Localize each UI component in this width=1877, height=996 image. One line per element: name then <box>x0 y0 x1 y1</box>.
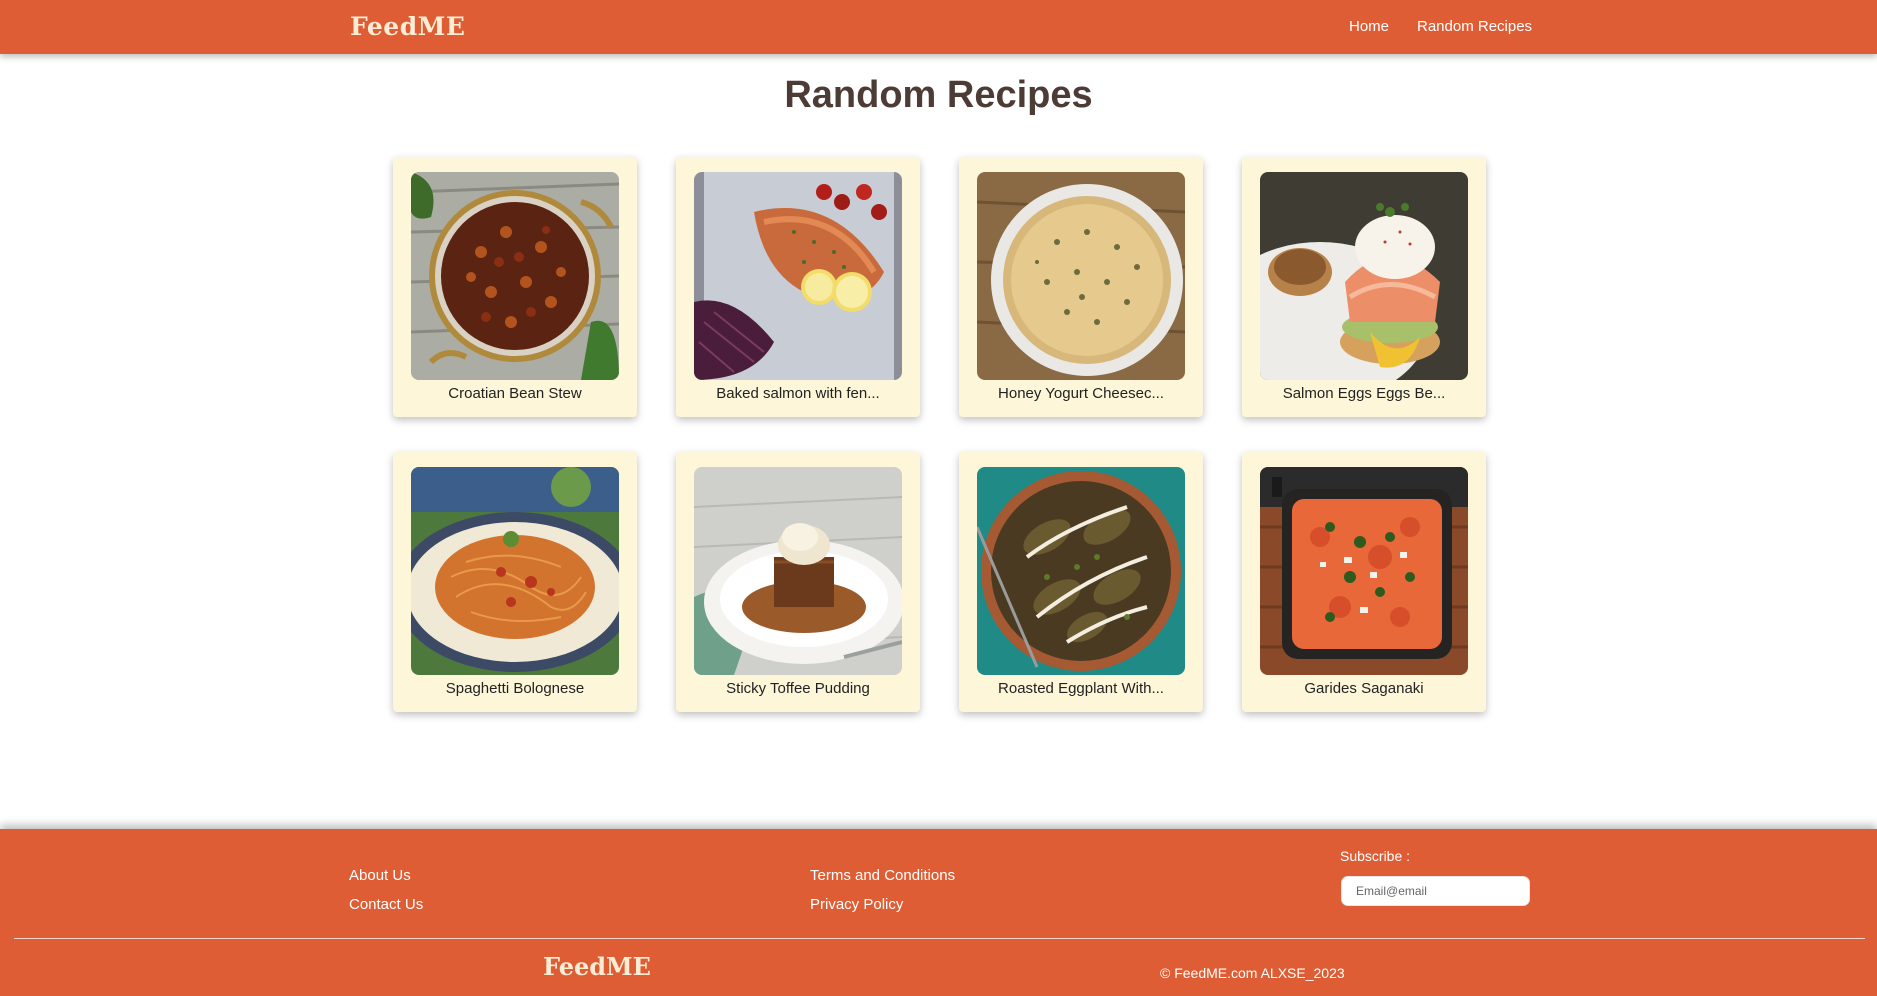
recipe-title[interactable]: Honey Yogurt Cheesec... <box>977 385 1185 402</box>
recipe-card[interactable]: Salmon Eggs Eggs Be... <box>1242 157 1486 417</box>
recipe-title[interactable]: Spaghetti Bolognese <box>411 680 619 697</box>
baked-salmon-photo <box>694 172 902 380</box>
footer-divider <box>14 938 1865 939</box>
recipe-image[interactable] <box>411 467 619 675</box>
eggs-benedict-photo <box>1260 172 1468 380</box>
recipe-grid: Croatian Bean Stew Baked salmon with fen… <box>393 157 1486 712</box>
recipe-title[interactable]: Roasted Eggplant With... <box>977 680 1185 697</box>
recipe-image[interactable] <box>1260 467 1468 675</box>
recipe-card[interactable]: Garides Saganaki <box>1242 452 1486 712</box>
recipe-card[interactable]: Baked salmon with fen... <box>676 157 920 417</box>
recipe-title[interactable]: Croatian Bean Stew <box>411 385 619 402</box>
recipe-card[interactable]: Sticky Toffee Pudding <box>676 452 920 712</box>
saganaki-photo <box>1260 467 1468 675</box>
toffee-pudding-photo <box>694 467 902 675</box>
privacy-policy-link[interactable]: Privacy Policy <box>810 896 903 913</box>
recipe-image[interactable] <box>694 172 902 380</box>
recipe-image[interactable] <box>411 172 619 380</box>
copyright-text: © FeedME.com ALXSE_2023 <box>1160 965 1345 981</box>
terms-link[interactable]: Terms and Conditions <box>810 867 955 884</box>
subscribe-label: Subscribe : <box>1340 848 1411 864</box>
recipe-title[interactable]: Sticky Toffee Pudding <box>694 680 902 697</box>
cheesecake-photo <box>977 172 1185 380</box>
recipe-image[interactable] <box>977 467 1185 675</box>
recipe-image[interactable] <box>977 172 1185 380</box>
recipe-card[interactable]: Spaghetti Bolognese <box>393 452 637 712</box>
nav-random-recipes-link[interactable]: Random Recipes <box>1417 18 1532 35</box>
nav-home-link[interactable]: Home <box>1349 18 1389 35</box>
about-us-link[interactable]: About Us <box>349 867 411 884</box>
subscribe-email-input[interactable] <box>1341 876 1530 906</box>
recipe-title[interactable]: Garides Saganaki <box>1260 680 1468 697</box>
top-navbar: FeedME Home Random Recipes <box>0 0 1877 54</box>
contact-us-link[interactable]: Contact Us <box>349 896 423 913</box>
recipe-title[interactable]: Salmon Eggs Eggs Be... <box>1260 385 1468 402</box>
recipe-image[interactable] <box>694 467 902 675</box>
footer-brand-logo[interactable]: FeedME <box>543 952 651 981</box>
brand-logo[interactable]: FeedME <box>350 12 465 41</box>
recipe-card[interactable]: Croatian Bean Stew <box>393 157 637 417</box>
recipe-title[interactable]: Baked salmon with fen... <box>694 385 902 402</box>
bean-stew-photo <box>411 172 619 380</box>
site-footer: About Us Contact Us Terms and Conditions… <box>0 829 1877 996</box>
roasted-eggplant-photo <box>977 467 1185 675</box>
page-title: Random Recipes <box>784 74 1093 116</box>
recipe-card[interactable]: Roasted Eggplant With... <box>959 452 1203 712</box>
recipe-card[interactable]: Honey Yogurt Cheesec... <box>959 157 1203 417</box>
spaghetti-photo <box>411 467 619 675</box>
recipe-image[interactable] <box>1260 172 1468 380</box>
